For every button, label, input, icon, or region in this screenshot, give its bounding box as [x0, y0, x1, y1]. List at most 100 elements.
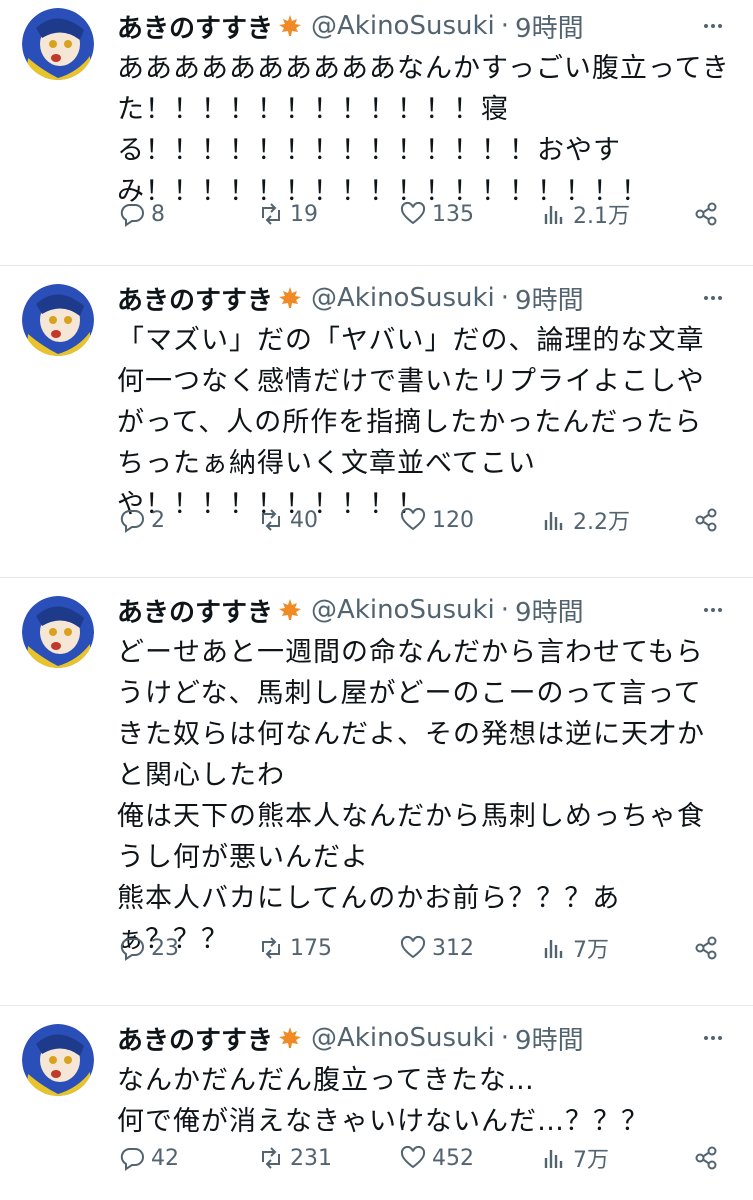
user-handle[interactable]: @AkinoSusuki: [311, 283, 495, 313]
retweet-button[interactable]: 231: [256, 1143, 398, 1173]
like-button[interactable]: 135: [398, 199, 539, 229]
tweet-text-line: どーせあと一週間の命なんだから言わせてもら: [117, 637, 704, 668]
tweet[interactable]: あきのすすき @AkinoSusuki · 9時間 なんかだんだん腹立ってきたな…: [0, 1006, 753, 1200]
display-name[interactable]: あきのすすき: [117, 1020, 273, 1057]
views-button[interactable]: 7万: [539, 1142, 689, 1174]
heart-icon: [398, 505, 428, 535]
tweet-text: なんかだんだん腹立ってきたな… 何で俺が消えなきゃいけないんだ…？？？: [117, 1060, 735, 1142]
tweet-text-line: る！！！！！！！！！！！！！！おやす: [117, 135, 621, 166]
reply-button[interactable]: 2: [117, 505, 256, 535]
tweet-text-line: ああああああああああなんかすっごい腹立ってき: [117, 53, 730, 84]
tweet-text-line: 何で俺が消えなきゃいけないんだ…？？？: [117, 1106, 649, 1137]
display-name[interactable]: あきのすすき: [117, 8, 273, 45]
retweet-icon: [256, 199, 286, 229]
tweet-text: 「マズい」だの「ヤバい」だの、論理的な文章 何一つなく感情だけで書いたリプライよ…: [117, 320, 735, 525]
maple-leaf-icon: [277, 13, 303, 39]
heart-icon: [398, 1143, 428, 1173]
tweet-header: あきのすすき @AkinoSusuki · 9時間: [117, 1020, 735, 1056]
tweet[interactable]: あきのすすき @AkinoSusuki · 9時間 どーせあと一週間の命なんだか…: [0, 578, 753, 1006]
timestamp[interactable]: 9時間: [515, 8, 584, 45]
like-button[interactable]: 312: [398, 933, 539, 963]
share-button[interactable]: [691, 933, 725, 963]
reply-button[interactable]: 42: [117, 1143, 256, 1173]
reply-button[interactable]: 8: [117, 199, 256, 229]
tweet-text-line: 何一つなく感情だけで書いたリプライよこしや: [117, 366, 705, 397]
retweet-button[interactable]: 19: [256, 199, 398, 229]
share-icon: [691, 933, 721, 963]
retweet-count: 19: [290, 201, 318, 227]
tweet-text-line: ちったぁ納得いく文章並べてこい: [117, 448, 536, 479]
tweet-header: あきのすすき @AkinoSusuki · 9時間: [117, 280, 735, 316]
share-button[interactable]: [691, 199, 725, 229]
maple-leaf-icon: [277, 597, 303, 623]
views-button[interactable]: 2.1万: [539, 198, 689, 230]
avatar[interactable]: [22, 596, 94, 668]
timeline: あきのすすき @AkinoSusuki · 9時間 ああああああああああなんかす…: [0, 0, 753, 1200]
separator-dot: ·: [500, 11, 510, 41]
tweet-text-line: と関心したわ: [117, 760, 285, 791]
tweet-text-line: 熊本人バカにしてんのかお前ら？？？あ: [117, 883, 621, 914]
display-name[interactable]: あきのすすき: [117, 280, 273, 317]
views-icon: [539, 505, 569, 535]
views-icon: [539, 199, 569, 229]
tweet-text-line: きた奴らは何なんだよ、その発想は逆に天才か: [117, 719, 705, 750]
share-icon: [691, 199, 721, 229]
heart-icon: [398, 933, 428, 963]
retweet-button[interactable]: 175: [256, 933, 398, 963]
separator-dot: ·: [500, 1023, 510, 1053]
tweet-text: ああああああああああなんかすっごい腹立ってき た！！！！！！！！！！！！寝 る！…: [117, 48, 735, 212]
avatar[interactable]: [22, 1024, 94, 1096]
retweet-count: 231: [290, 1145, 332, 1171]
user-handle[interactable]: @AkinoSusuki: [311, 595, 495, 625]
tweet-text: どーせあと一週間の命なんだから言わせてもら うけどな、馬刺し屋がどーのこーのって…: [117, 632, 735, 960]
tweet[interactable]: あきのすすき @AkinoSusuki · 9時間 ああああああああああなんかす…: [0, 0, 753, 266]
share-button[interactable]: [691, 1143, 725, 1173]
like-count: 312: [432, 935, 474, 961]
views-button[interactable]: 7万: [539, 932, 689, 964]
tweet-content: あきのすすき @AkinoSusuki · 9時間 なんかだんだん腹立ってきたな…: [117, 1020, 735, 1142]
like-count: 120: [432, 507, 474, 533]
retweet-button[interactable]: 40: [256, 505, 398, 535]
views-button[interactable]: 2.2万: [539, 504, 689, 536]
avatar[interactable]: [22, 284, 94, 356]
reply-button[interactable]: 23: [117, 933, 256, 963]
user-handle[interactable]: @AkinoSusuki: [311, 11, 495, 41]
like-count: 452: [432, 1145, 474, 1171]
maple-leaf-icon: [277, 285, 303, 311]
separator-dot: ·: [500, 595, 510, 625]
views-count: 7万: [573, 938, 609, 963]
tweet-text-line: がって、人の所作を指摘したかったんだったら: [117, 407, 703, 438]
tweet[interactable]: あきのすすき @AkinoSusuki · 9時間 「マズい」だの「ヤバい」だの…: [0, 266, 753, 578]
tweet-actions: 8 19 135 2.1万: [117, 196, 725, 232]
tweet-text-line: た！！！！！！！！！！！！寝: [117, 94, 509, 125]
more-options-icon[interactable]: [701, 14, 725, 38]
tweet-content: あきのすすき @AkinoSusuki · 9時間 どーせあと一週間の命なんだか…: [117, 592, 735, 960]
like-button[interactable]: 120: [398, 505, 539, 535]
reply-icon: [117, 505, 147, 535]
share-button[interactable]: [691, 505, 725, 535]
reply-icon: [117, 199, 147, 229]
retweet-count: 40: [290, 507, 318, 533]
more-options-icon[interactable]: [701, 286, 725, 310]
like-button[interactable]: 452: [398, 1143, 539, 1173]
more-options-icon[interactable]: [701, 1026, 725, 1050]
reply-icon: [117, 933, 147, 963]
views-count: 2.2万: [573, 510, 630, 535]
avatar[interactable]: [22, 8, 94, 80]
views-count: 2.1万: [573, 204, 630, 229]
tweet-text-line: 「マズい」だの「ヤバい」だの、論理的な文章: [117, 325, 705, 356]
user-handle[interactable]: @AkinoSusuki: [311, 1023, 495, 1053]
reply-count: 2: [151, 507, 165, 533]
share-icon: [691, 1143, 721, 1173]
more-options-icon[interactable]: [701, 598, 725, 622]
share-icon: [691, 505, 721, 535]
views-count: 7万: [573, 1148, 609, 1173]
display-name[interactable]: あきのすすき: [117, 592, 273, 629]
timestamp[interactable]: 9時間: [515, 592, 584, 629]
reply-count: 42: [151, 1145, 179, 1171]
timestamp[interactable]: 9時間: [515, 1020, 584, 1057]
tweet-text-line: うけどな、馬刺し屋がどーのこーのって言って: [117, 678, 702, 709]
retweet-icon: [256, 933, 286, 963]
timestamp[interactable]: 9時間: [515, 280, 584, 317]
views-icon: [539, 933, 569, 963]
